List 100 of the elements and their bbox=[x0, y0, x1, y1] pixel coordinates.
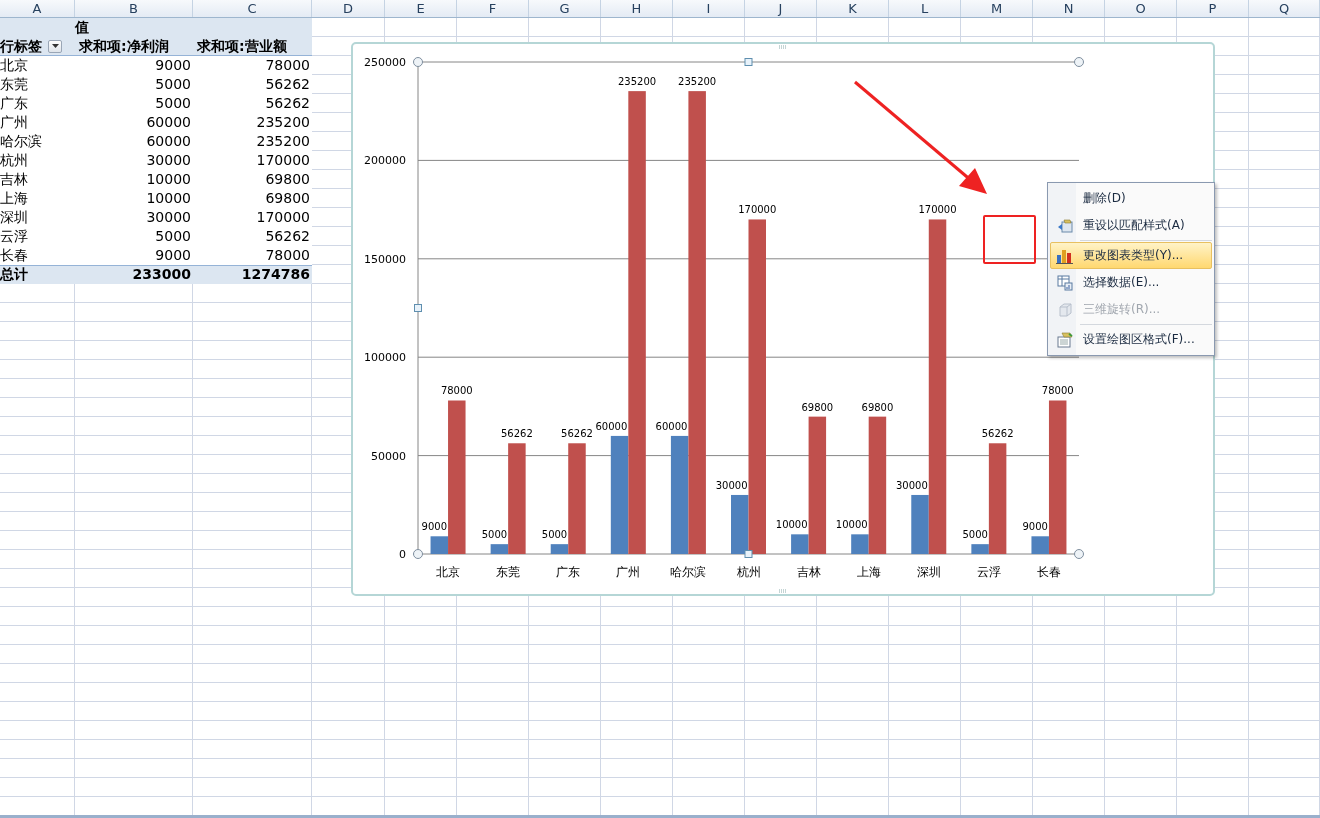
pivot-header: 求和项:营业额 bbox=[193, 37, 312, 56]
bar[interactable] bbox=[1031, 536, 1049, 554]
row-label: 北京 bbox=[0, 56, 75, 75]
bar[interactable] bbox=[731, 494, 749, 554]
pivot-header: 行标签 bbox=[0, 36, 42, 56]
data-label: 56262 bbox=[981, 428, 1014, 440]
axis-label: 北京 bbox=[436, 565, 461, 579]
column-header[interactable]: O bbox=[1105, 0, 1177, 17]
pivot-header: 值 bbox=[75, 18, 193, 37]
axis-label: 50000 bbox=[371, 449, 406, 463]
column-header[interactable]: K bbox=[817, 0, 889, 17]
pivot-header: 求和项:净利润 bbox=[75, 37, 193, 56]
column-header[interactable]: P bbox=[1177, 0, 1249, 17]
column-header[interactable]: L bbox=[889, 0, 961, 17]
total-label: 总计 bbox=[0, 265, 75, 284]
resize-grip[interactable] bbox=[778, 589, 788, 593]
table-cell: 56262 bbox=[193, 227, 312, 246]
data-label: 235200 bbox=[617, 76, 657, 88]
table-cell: 60000 bbox=[75, 113, 193, 132]
axis-label: 100000 bbox=[364, 351, 406, 365]
axis-label: 东莞 bbox=[496, 565, 521, 579]
data-label: 10000 bbox=[775, 519, 808, 531]
table-cell: 78000 bbox=[193, 56, 312, 75]
column-header[interactable]: M bbox=[961, 0, 1033, 17]
row-label: 广东 bbox=[0, 94, 75, 113]
row-label: 深圳 bbox=[0, 208, 75, 227]
column-header[interactable]: H bbox=[601, 0, 673, 17]
resize-grip[interactable] bbox=[778, 45, 788, 49]
table-cell: 78000 bbox=[193, 246, 312, 265]
column-header[interactable]: D bbox=[312, 0, 385, 17]
menu-item[interactable]: 设置绘图区格式(F)... bbox=[1050, 326, 1212, 353]
bar[interactable] bbox=[508, 443, 526, 554]
table-cell: 69800 bbox=[193, 189, 312, 208]
data-label: 56262 bbox=[501, 428, 533, 440]
axis-label: 哈尔滨 bbox=[670, 565, 707, 579]
column-header[interactable]: E bbox=[385, 0, 457, 17]
row-label: 杭州 bbox=[0, 151, 75, 170]
table-cell: 5000 bbox=[75, 75, 193, 94]
data-label: 30000 bbox=[715, 479, 748, 491]
column-header[interactable]: N bbox=[1033, 0, 1105, 17]
selection-handle[interactable] bbox=[1074, 549, 1084, 559]
selection-handle[interactable] bbox=[744, 58, 753, 66]
selection-handle[interactable] bbox=[414, 304, 422, 312]
bar[interactable] bbox=[971, 544, 989, 554]
axis-label: 250000 bbox=[364, 56, 406, 69]
dropdown-button[interactable] bbox=[48, 39, 62, 53]
axis-label: 0 bbox=[399, 548, 406, 561]
paintbrush-icon bbox=[1057, 331, 1073, 348]
data-label: 9000 bbox=[1022, 521, 1048, 533]
row-label: 上海 bbox=[0, 189, 75, 208]
column-header[interactable]: J bbox=[745, 0, 817, 17]
table-cell: 10000 bbox=[75, 189, 193, 208]
bar[interactable] bbox=[448, 400, 466, 554]
column-header[interactable]: Q bbox=[1249, 0, 1320, 17]
data-label: 69800 bbox=[801, 401, 834, 413]
column-header[interactable]: G bbox=[529, 0, 601, 17]
paintbrush-icon bbox=[1057, 217, 1073, 234]
table-cell: 170000 bbox=[193, 208, 312, 227]
bar[interactable] bbox=[550, 544, 569, 554]
table-cell: 30000 bbox=[75, 208, 193, 227]
table-cell: 60000 bbox=[75, 132, 193, 151]
axis-label: 深圳 bbox=[916, 565, 941, 579]
bar[interactable] bbox=[688, 91, 706, 554]
table-cell: 170000 bbox=[193, 151, 312, 170]
axis-label: 上海 bbox=[856, 565, 881, 579]
menu-item[interactable]: 选择数据(E)... bbox=[1050, 269, 1212, 296]
bar[interactable] bbox=[490, 544, 509, 554]
data-label: 170000 bbox=[738, 204, 777, 216]
column-header[interactable]: F bbox=[457, 0, 529, 17]
table-cell: 10000 bbox=[75, 170, 193, 189]
bar-chart-icon bbox=[1056, 247, 1074, 264]
table-cell: 69800 bbox=[193, 170, 312, 189]
data-label: 60000 bbox=[595, 420, 628, 432]
total-cell: 233000 bbox=[75, 265, 193, 284]
data-label: 9000 bbox=[421, 521, 448, 533]
axis-label: 广州 bbox=[616, 565, 641, 579]
table-cell: 5000 bbox=[75, 94, 193, 113]
data-label: 78000 bbox=[440, 385, 473, 397]
selection-handle[interactable] bbox=[413, 549, 423, 559]
table-cell: 235200 bbox=[193, 113, 312, 132]
cube-icon bbox=[1057, 301, 1073, 318]
menu-item[interactable]: 删除(D) bbox=[1050, 185, 1212, 212]
menu-item[interactable]: 更改图表类型(Y)... bbox=[1050, 242, 1212, 269]
column-header[interactable]: A bbox=[0, 0, 75, 17]
row-label: 东莞 bbox=[0, 75, 75, 94]
data-label: 30000 bbox=[895, 479, 928, 491]
table-cell: 5000 bbox=[75, 227, 193, 246]
data-label: 69800 bbox=[861, 401, 894, 413]
selection-handle[interactable] bbox=[413, 57, 423, 67]
axis-label: 吉林 bbox=[796, 565, 821, 579]
table-icon bbox=[1057, 274, 1073, 291]
data-label: 78000 bbox=[1041, 385, 1074, 397]
column-header[interactable]: C bbox=[193, 0, 312, 17]
column-header[interactable]: I bbox=[673, 0, 745, 17]
menu-item[interactable]: 重设以匹配样式(A) bbox=[1050, 212, 1212, 239]
column-header[interactable]: B bbox=[75, 0, 193, 17]
selection-handle[interactable] bbox=[1074, 57, 1084, 67]
row-label: 吉林 bbox=[0, 170, 75, 189]
selection-handle[interactable] bbox=[744, 550, 753, 558]
axis-label: 云浮 bbox=[976, 565, 1001, 579]
